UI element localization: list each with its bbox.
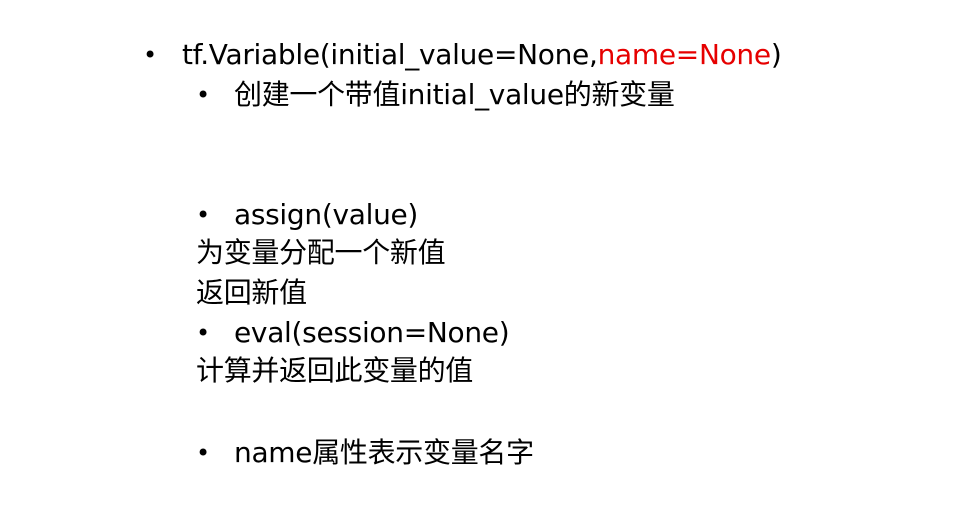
paragraph-eval-desc: 计算并返回此变量的值 [196, 354, 474, 387]
paragraph-assign-return: 返回新值 [196, 276, 307, 309]
signature-tail: ) [770, 38, 782, 71]
bullet-text-name: name属性表示变量名字 [234, 436, 534, 469]
bullet-icon: • [196, 439, 211, 467]
bullet-text-assign: assign(value) [234, 198, 419, 231]
paragraph-assign-desc: 为变量分配一个新值 [196, 236, 446, 269]
signature-main: tf.Variable(initial_value=None, [182, 38, 598, 71]
bullet-icon: • [143, 41, 158, 69]
bullet-icon: • [196, 81, 211, 109]
bullet-text-variable-signature: tf.Variable(initial_value=None,name=None… [182, 38, 782, 72]
signature-highlight: name=None [597, 38, 772, 71]
slide: • tf.Variable(initial_value=None,name=No… [0, 0, 953, 512]
bullet-text-create: 创建一个带值initial_value的新变量 [234, 78, 675, 111]
bullet-icon: • [196, 319, 211, 347]
bullet-text-eval: eval(session=None) [234, 316, 510, 349]
bullet-icon: • [196, 201, 211, 229]
